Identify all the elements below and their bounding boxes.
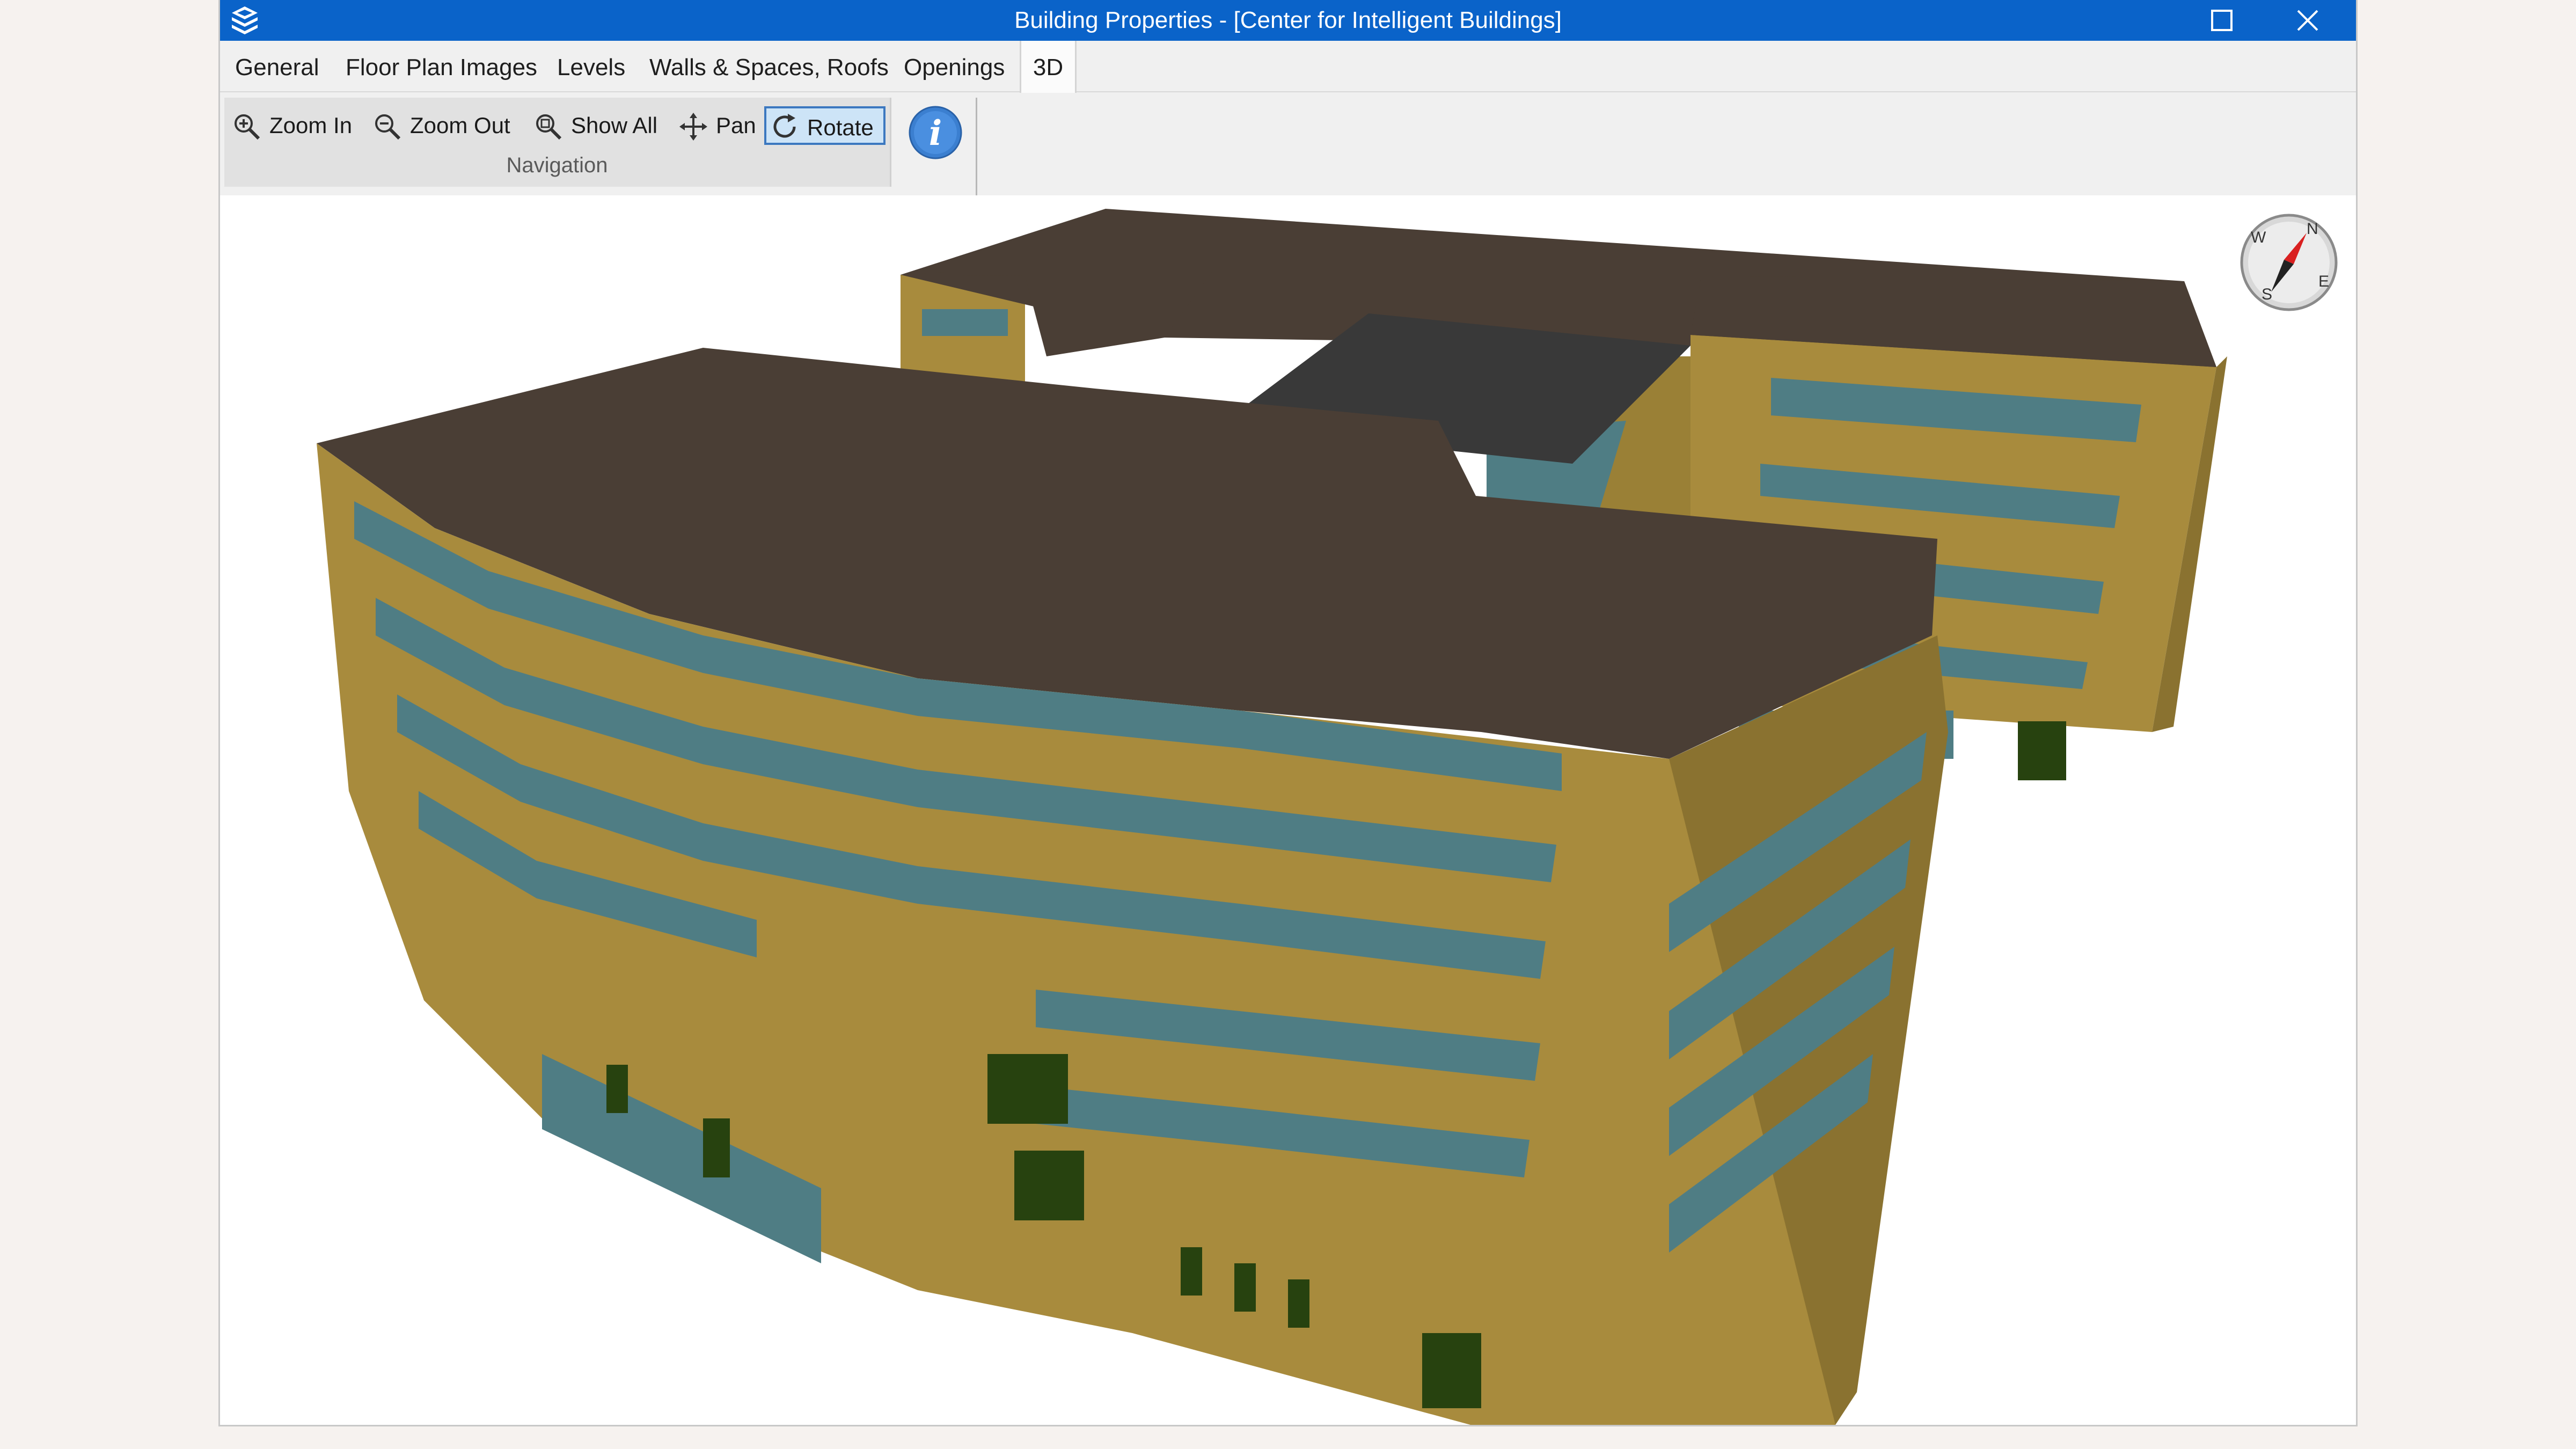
door	[606, 1065, 628, 1113]
rotate-icon	[773, 114, 796, 138]
building-properties-window: Building Properties - [Center for Intell…	[220, 0, 2356, 1425]
tab-openings[interactable]: Openings	[899, 41, 1009, 91]
rotate-button[interactable]: Rotate	[764, 106, 885, 145]
door	[1181, 1247, 1202, 1296]
show-all-label: Show All	[571, 113, 658, 138]
zoom-in-icon	[235, 114, 260, 140]
door	[2018, 721, 2066, 780]
door	[1288, 1279, 1309, 1328]
door	[1234, 1263, 1256, 1312]
ribbon-divider	[890, 98, 891, 187]
svg-text:i: i	[929, 113, 942, 153]
compass-west-label: W	[2251, 229, 2266, 246]
tab-3d[interactable]: 3D	[1020, 41, 1077, 93]
tab-floor-plan-images[interactable]: Floor Plan Images	[341, 41, 541, 91]
maximize-button[interactable]	[2184, 0, 2259, 41]
title-bar[interactable]: Building Properties - [Center for Intell…	[220, 0, 2356, 41]
zoom-in-label: Zoom In	[269, 113, 353, 138]
door	[1014, 1151, 1084, 1220]
pan-button[interactable]: Pan	[678, 106, 759, 145]
compass-icon[interactable]: N E S W	[2238, 211, 2340, 313]
window-strip	[922, 309, 1008, 336]
zoom-out-button[interactable]: Zoom Out	[372, 106, 523, 145]
tab-levels[interactable]: Levels	[553, 41, 630, 91]
ribbon-divider	[976, 98, 977, 195]
info-icon[interactable]: i	[906, 103, 965, 162]
door	[703, 1118, 730, 1177]
pan-label: Pan	[716, 113, 756, 138]
ribbon: Zoom In Zoom Out Show All Pan Rotate Nav…	[220, 92, 2356, 195]
building-3d-model[interactable]	[220, 195, 2356, 1425]
zoom-in-button[interactable]: Zoom In	[232, 106, 361, 145]
door	[1422, 1333, 1481, 1408]
tab-general[interactable]: General	[231, 41, 324, 91]
zoom-out-label: Zoom Out	[410, 113, 510, 138]
pan-icon	[679, 113, 707, 141]
compass-north-label: N	[2307, 220, 2318, 238]
navigation-group-label: Navigation	[506, 153, 608, 177]
navigation-group: Zoom In Zoom Out Show All Pan Rotate Nav…	[224, 98, 890, 187]
tab-bar: General Floor Plan Images Levels Walls &…	[220, 41, 2356, 93]
show-all-button[interactable]: Show All	[533, 106, 668, 145]
rotate-label: Rotate	[807, 115, 874, 140]
tab-walls-spaces-roofs[interactable]: Walls & Spaces, Roofs	[645, 41, 893, 91]
3d-viewport[interactable]: N E S W	[220, 195, 2356, 1425]
zoom-out-icon	[375, 114, 401, 140]
show-all-icon	[536, 114, 562, 140]
door	[987, 1054, 1068, 1124]
compass-east-label: E	[2318, 273, 2329, 290]
close-button[interactable]	[2270, 0, 2345, 41]
compass-south-label: S	[2262, 286, 2272, 303]
window-title: Building Properties - [Center for Intell…	[1014, 7, 1562, 33]
